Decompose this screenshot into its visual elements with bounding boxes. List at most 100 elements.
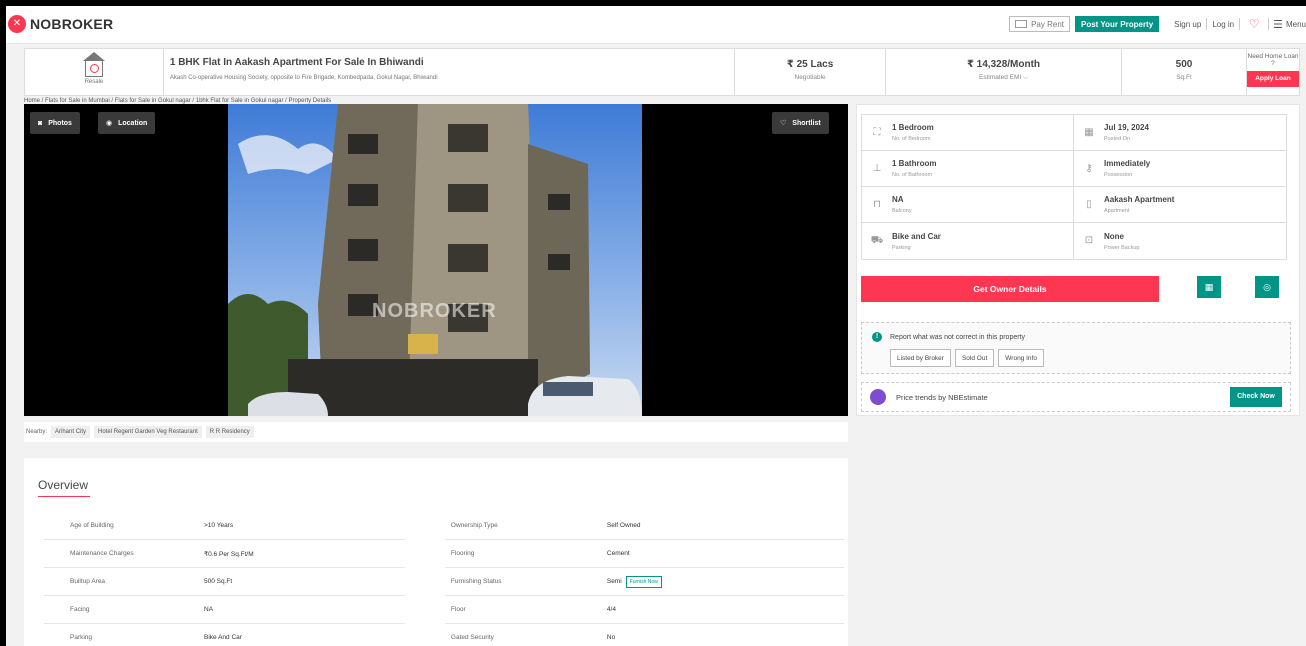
property-summary-bar: Resale 1 BHK Flat In Aakash Apartment Fo… — [24, 48, 1300, 96]
area-value: 500 — [1175, 59, 1193, 70]
photo-watermark: NOBROKER — [372, 300, 497, 322]
detail-bedroom: ⛶ 1 Bedroom No. of Bedroom — [862, 115, 1074, 151]
card-icon — [1015, 20, 1028, 28]
overview-row: Maintenance Charges ₹0.6 Per Sq.Ft/M Floo… — [44, 540, 844, 568]
bed-icon: ⛶ — [873, 126, 881, 138]
shortlist-label: Shortlist — [792, 119, 821, 127]
property-title: 1 BHK Flat In Aakash Apartment For Sale … — [169, 57, 424, 68]
menu-label[interactable]: Menu — [1286, 20, 1306, 29]
wrong-info-button[interactable]: Wrong Info — [998, 349, 1044, 367]
top-navbar: ✕ NOBROKER Pay Rent Post Your Property S… — [6, 6, 1306, 44]
listed-by-broker-button[interactable]: Listed by Broker — [890, 349, 951, 367]
pay-rent-label: Pay Rent — [1031, 19, 1064, 29]
divider — [1239, 18, 1241, 30]
report-buttons: Listed by Broker Sold Out Wrong Info — [890, 349, 1044, 367]
detail-bathroom: ⊥ 1 Bathroom No. of Bathroom — [862, 151, 1074, 187]
chevron-down-icon: ⌵ — [1023, 74, 1028, 81]
overview-underline — [38, 496, 90, 497]
emi-value: ₹ 14,328/Month — [966, 59, 1041, 70]
detail-power-backup: ⊡ None Power Backup — [1074, 223, 1286, 259]
price-note: Negotiable — [794, 74, 826, 81]
info-icon: ! — [872, 332, 882, 342]
bath-icon: ⊥ — [872, 162, 882, 174]
location-button[interactable]: ◉ Location — [98, 112, 156, 134]
shortlist-button[interactable]: ♡ Shortlist — [772, 112, 829, 134]
chart-icon — [870, 389, 886, 405]
property-photo[interactable] — [228, 104, 642, 416]
heart-icon: ♡ — [780, 120, 787, 127]
area-unit: Sq.Ft — [1176, 74, 1192, 81]
overview-row: Parking Bike And Car Gated Security No — [44, 624, 844, 646]
nearby-chip[interactable]: R R Residency — [205, 426, 254, 438]
pay-rent-button[interactable]: Pay Rent — [1009, 16, 1070, 32]
page-frame: ✕ NOBROKER Pay Rent Post Your Property S… — [6, 6, 1306, 646]
compass-icon: ◉ — [106, 120, 113, 127]
get-owner-details-button[interactable]: Get Owner Details — [861, 276, 1159, 302]
report-header: ! Report what was not correct in this pr… — [872, 332, 1025, 342]
car-icon: ⛟ — [870, 235, 884, 246]
sign-up-link[interactable]: Sign up — [1169, 20, 1206, 29]
detail-parking: ⛟ Bike and Car Parking — [862, 223, 1074, 259]
detail-balcony: ⊓ NA Balcony — [862, 187, 1074, 223]
owner-actions: Get Owner Details ▦ ◎ — [861, 276, 1291, 304]
schedule-visit-button[interactable]: ▦ — [1197, 276, 1221, 298]
price-trend-text: Price trends by NBEstimate — [896, 392, 988, 402]
nearby-chip[interactable]: Arihant City — [51, 426, 91, 438]
details-grid: ⛶ 1 Bedroom No. of Bedroom ▦ Jul 19, 2024… — [861, 114, 1287, 260]
photos-button[interactable]: ◙ Photos — [30, 112, 80, 134]
report-box: ! Report what was not correct in this pr… — [861, 322, 1291, 374]
nearby-places: Nearby: Arihant City Hotel Regent Garden… — [24, 422, 848, 442]
furnish-now-button[interactable]: Furnish Now — [625, 575, 662, 588]
photo-gallery[interactable]: ◙ Photos ◉ Location ♡ Shortlist NOBROKER — [24, 104, 848, 416]
detail-posted-on: ▦ Jul 19, 2024 Posted On — [1074, 115, 1286, 151]
chat-button[interactable]: ◎ — [1255, 276, 1279, 298]
calendar-icon: ▦ — [1084, 126, 1094, 138]
nearby-chip[interactable]: Hotel Regent Garden Veg Restaurant — [94, 426, 202, 438]
location-label: Location — [118, 119, 148, 127]
apply-loan-button[interactable]: Apply Loan — [1246, 71, 1299, 87]
nav-actions: Pay Rent Post Your Property Sign up Log … — [1009, 16, 1306, 32]
calendar-icon: ▦ — [1204, 281, 1214, 292]
price-value: ₹ 25 Lacs — [786, 59, 834, 70]
overview-row: Builtup Area 500 Sq.Ft Furnishing Status S… — [44, 568, 844, 596]
check-now-button[interactable]: Check Now — [1230, 387, 1282, 407]
log-in-link[interactable]: Log in — [1207, 20, 1239, 29]
overview-table: Age of Building >10 Years Ownership Type S… — [44, 512, 844, 646]
shortlist-heart-icon[interactable]: ♡ — [1246, 17, 1262, 31]
logo-text: NOBROKER — [30, 16, 114, 32]
camera-icon: ◙ — [38, 119, 43, 127]
overview-title: Overview — [38, 478, 89, 492]
balcony-icon: ⊓ — [873, 198, 881, 210]
resale-label: Resale — [84, 79, 104, 85]
home-loan-block: Need Home Loan ? Apply Loan — [1246, 49, 1299, 95]
overview-row: Facing NA Floor 4/4 — [44, 596, 844, 624]
divider — [1268, 18, 1270, 30]
detail-apartment: ▯ Aakash Apartment Apartment — [1074, 187, 1286, 223]
nearby-label: Nearby: — [26, 429, 48, 435]
overview-row: Age of Building >10 Years Ownership Type S… — [44, 512, 844, 540]
report-text: Report what was not correct in this prop… — [890, 333, 1026, 341]
sold-out-button[interactable]: Sold Out — [954, 349, 995, 367]
building-icon: ▯ — [1086, 198, 1092, 210]
property-details-panel: ⛶ 1 Bedroom No. of Bedroom ▦ Jul 19, 2024… — [856, 104, 1300, 416]
price-block: ₹ 25 Lacs Negotiable — [735, 49, 886, 95]
photos-label: Photos — [48, 119, 72, 127]
nobroker-logo[interactable]: ✕ NOBROKER — [8, 15, 113, 33]
overview-section: Overview Age of Building >10 Years Owners… — [24, 458, 848, 646]
loan-prompt: Need Home Loan ? — [1247, 53, 1299, 67]
area-block: 500 Sq.Ft — [1122, 49, 1247, 95]
resale-badge: Resale — [25, 49, 164, 95]
property-address: Akash Co-operative Housing Society, oppo… — [169, 75, 438, 81]
battery-icon: ⊡ — [1084, 235, 1094, 246]
property-title-block: 1 BHK Flat In Aakash Apartment For Sale … — [164, 49, 736, 95]
emi-block[interactable]: ₹ 14,328/Month Estimated EMI ⌵ — [886, 49, 1123, 95]
logo-icon: ✕ — [8, 15, 26, 33]
hamburger-icon[interactable]: ☰ — [1273, 18, 1283, 31]
chat-icon: ◎ — [1263, 281, 1271, 292]
detail-possession: ⚷ Immediately Possession — [1074, 151, 1286, 187]
post-property-button[interactable]: Post Your Property — [1075, 16, 1160, 32]
key-icon: ⚷ — [1085, 162, 1093, 174]
emi-note: Estimated EMI ⌵ — [978, 74, 1028, 81]
price-trend-box: Price trends by NBEstimate Check Now — [861, 382, 1291, 412]
house-rupee-icon — [82, 52, 105, 77]
